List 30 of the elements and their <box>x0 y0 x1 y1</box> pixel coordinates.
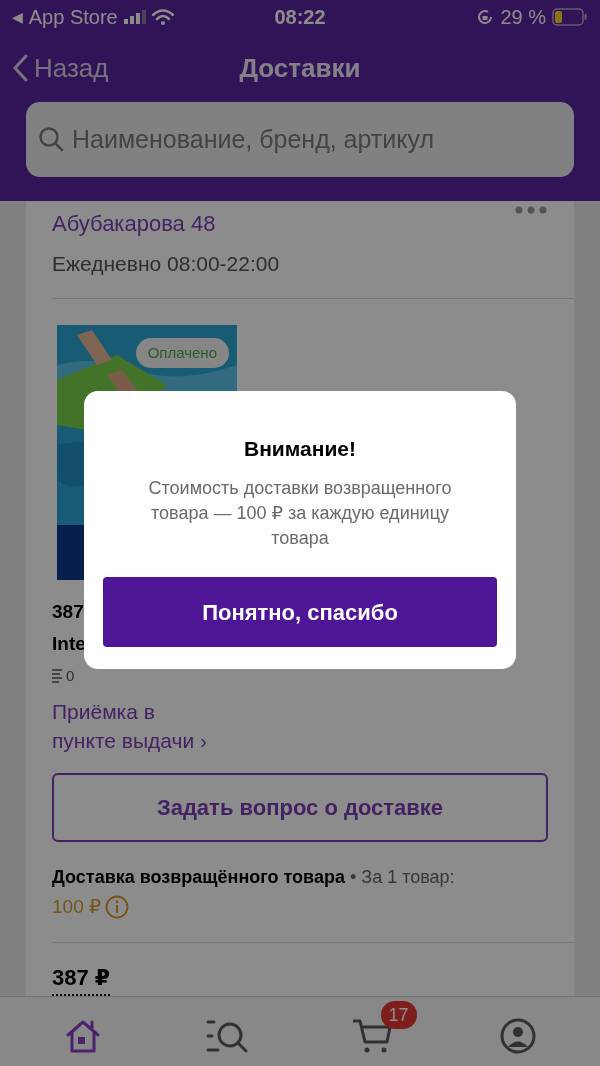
back-chevron-icon <box>12 54 28 82</box>
product-price: 387 <box>52 599 84 624</box>
status-link[interactable]: Приёмка в пункте выдачи › <box>52 697 207 755</box>
opening-hours: Ежедневно 08:00-22:00 <box>52 251 281 277</box>
battery-icon <box>552 8 588 26</box>
back-button[interactable]: Назад <box>12 48 109 88</box>
cart-count-badge: 17 <box>380 1000 417 1029</box>
confirm-button[interactable]: Понятно, спасибо <box>103 577 497 648</box>
return-fee-amount: 100 ₽ <box>52 895 102 919</box>
return-fee-label: Доставка возвращённого товара <box>52 867 345 887</box>
rotation-lock-icon <box>476 8 495 26</box>
battery-percent: 29 % <box>500 5 546 30</box>
back-to-app-link[interactable]: ◀ <box>12 6 23 28</box>
page-title: Доставки <box>239 51 361 85</box>
dialog-message: Стоимость доставки возвращенного товара — 100 ₽ за каждую единицу товара <box>147 477 453 551</box>
signal-icon <box>123 10 146 24</box>
return-fee-note: • За 1 товар: <box>349 867 455 887</box>
review-count: 0 <box>66 665 75 686</box>
more-icon[interactable] <box>514 205 548 215</box>
app-name: App Store <box>28 5 118 30</box>
profile-icon <box>499 1017 536 1054</box>
dialog-title: Внимание! <box>244 435 356 462</box>
ask-delivery-button[interactable]: Задать вопрос о доставке <box>52 773 548 842</box>
pickup-address: Абубакарова 48 <box>52 210 216 238</box>
info-icon[interactable] <box>105 895 130 919</box>
clock: 08:22 <box>273 5 327 30</box>
search-field[interactable]: Наименование, бренд, артикул <box>26 102 574 177</box>
wifi-icon <box>151 9 174 25</box>
product-name: Inte <box>52 632 86 656</box>
list-icon <box>52 668 62 683</box>
